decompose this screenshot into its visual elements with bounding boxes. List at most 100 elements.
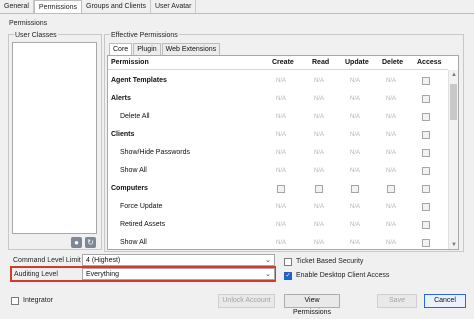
auditing-level-label: Auditing Level	[14, 271, 58, 278]
permission-name: Clients	[111, 131, 135, 138]
auditing-level-value: Everything	[86, 271, 120, 278]
permission-name: Show All	[120, 239, 147, 246]
permission-name: Force Update	[120, 203, 163, 210]
permission-checkbox[interactable]	[422, 131, 430, 139]
desktop-access-checkbox[interactable]: ✓	[284, 272, 292, 280]
integrator-checkbox[interactable]	[11, 297, 19, 305]
save-button[interactable]: Save	[377, 294, 417, 308]
na-cell: N/A	[349, 132, 360, 138]
permission-name: Delete All	[120, 113, 150, 120]
na-cell: N/A	[349, 114, 360, 120]
command-level-select[interactable]: 4 (Highest) ⌄	[82, 254, 275, 266]
permission-checkbox[interactable]	[277, 185, 285, 193]
na-cell: N/A	[275, 96, 286, 102]
permission-checkbox[interactable]	[422, 221, 430, 229]
na-cell: N/A	[349, 204, 360, 210]
na-cell: N/A	[349, 240, 360, 246]
tab-user-avatar[interactable]: User Avatar	[150, 0, 197, 13]
table-row: Show/Hide Passwords N/A N/A N/A N/A	[108, 144, 448, 162]
na-cell: N/A	[385, 132, 396, 138]
na-cell: N/A	[275, 168, 286, 174]
permission-checkbox[interactable]	[422, 95, 430, 103]
na-cell: N/A	[349, 168, 360, 174]
na-cell: N/A	[313, 150, 324, 156]
scroll-up-icon[interactable]: ▲	[449, 70, 458, 80]
na-cell: N/A	[275, 132, 286, 138]
user-classes-list[interactable]	[12, 42, 97, 234]
auditing-level-select[interactable]: Everything ⌄	[82, 268, 275, 280]
view-permissions-button[interactable]: View Permissions	[284, 294, 340, 316]
na-cell: N/A	[275, 222, 286, 228]
permission-subtabs: Core Plugin Web Extensions	[109, 43, 221, 55]
permission-name: Show All	[120, 167, 147, 174]
na-cell: N/A	[349, 96, 360, 102]
permission-name: Agent Templates	[111, 77, 167, 84]
refresh-icon[interactable]: ↻	[85, 237, 96, 248]
scroll-thumb[interactable]	[450, 84, 457, 120]
col-permission: Permission	[111, 59, 149, 66]
scroll-down-icon[interactable]: ▼	[449, 240, 458, 249]
na-cell: N/A	[385, 222, 396, 228]
subtab-web-extensions[interactable]: Web Extensions	[161, 43, 221, 55]
permission-name: Retired Assets	[120, 221, 166, 228]
tab-groups-and-clients[interactable]: Groups and Clients	[82, 0, 151, 13]
permission-checkbox[interactable]	[422, 239, 430, 247]
na-cell: N/A	[385, 150, 396, 156]
na-cell: N/A	[313, 114, 324, 120]
na-cell: N/A	[313, 168, 324, 174]
na-cell: N/A	[385, 204, 396, 210]
cancel-button[interactable]: Cancel	[424, 294, 466, 308]
na-cell: N/A	[349, 222, 360, 228]
table-row: Force Update N/A N/A N/A N/A	[108, 198, 448, 216]
table-row: Show All N/A N/A N/A N/A	[108, 234, 448, 249]
permission-checkbox[interactable]	[422, 185, 430, 193]
table-row: Computers	[108, 180, 448, 198]
na-cell: N/A	[313, 96, 324, 102]
na-cell: N/A	[313, 78, 324, 84]
tab-permissions[interactable]: Permissions	[33, 0, 83, 13]
command-level-value: 4 (Highest)	[86, 257, 121, 264]
permissions-grid: Permission Create Read Update Delete Acc…	[107, 55, 459, 250]
permission-name: Alerts	[111, 95, 131, 102]
na-cell: N/A	[385, 114, 396, 120]
permission-checkbox[interactable]	[422, 149, 430, 157]
integrator-label: Integrator	[23, 297, 53, 304]
permission-checkbox[interactable]	[387, 185, 395, 193]
col-delete: Delete	[382, 59, 404, 66]
na-cell: N/A	[385, 240, 396, 246]
add-class-icon[interactable]: ●	[71, 237, 82, 248]
grid-vertical-scrollbar[interactable]: ▲ ▼	[448, 70, 458, 249]
permission-checkbox[interactable]	[422, 167, 430, 175]
table-row: Delete All N/A N/A N/A N/A	[108, 108, 448, 126]
permissions-group-label: Permissions	[9, 20, 48, 27]
permission-checkbox[interactable]	[422, 77, 430, 85]
table-row: Alerts N/A N/A N/A N/A	[108, 90, 448, 108]
subtab-plugin[interactable]: Plugin	[133, 43, 161, 55]
na-cell: N/A	[349, 150, 360, 156]
na-cell: N/A	[275, 78, 286, 84]
ticket-security-label: Ticket Based Security	[296, 258, 364, 265]
na-cell: N/A	[349, 78, 360, 84]
subtab-core[interactable]: Core	[109, 43, 133, 55]
permission-checkbox[interactable]	[315, 185, 323, 193]
tab-general[interactable]: General	[0, 0, 34, 13]
grid-header: Permission Create Read Update Delete Acc…	[108, 56, 448, 70]
ticket-security-checkbox[interactable]	[284, 258, 292, 266]
permission-checkbox[interactable]	[351, 185, 359, 193]
na-cell: N/A	[313, 222, 324, 228]
permission-checkbox[interactable]	[422, 203, 430, 211]
na-cell: N/A	[385, 78, 396, 84]
permission-name: Computers	[111, 185, 148, 192]
permission-checkbox[interactable]	[422, 113, 430, 121]
na-cell: N/A	[275, 204, 286, 210]
col-update: Update	[345, 59, 369, 66]
permission-name: Show/Hide Passwords	[120, 149, 191, 156]
unlock-account-button[interactable]: Unlock Account	[218, 294, 275, 308]
col-access: Access	[417, 59, 442, 66]
user-classes-label: User Classes	[14, 32, 58, 39]
chevron-down-icon: ⌄	[265, 257, 271, 264]
col-create: Create	[272, 59, 294, 66]
na-cell: N/A	[275, 240, 286, 246]
na-cell: N/A	[275, 150, 286, 156]
table-row: Retired Assets N/A N/A N/A N/A	[108, 216, 448, 234]
